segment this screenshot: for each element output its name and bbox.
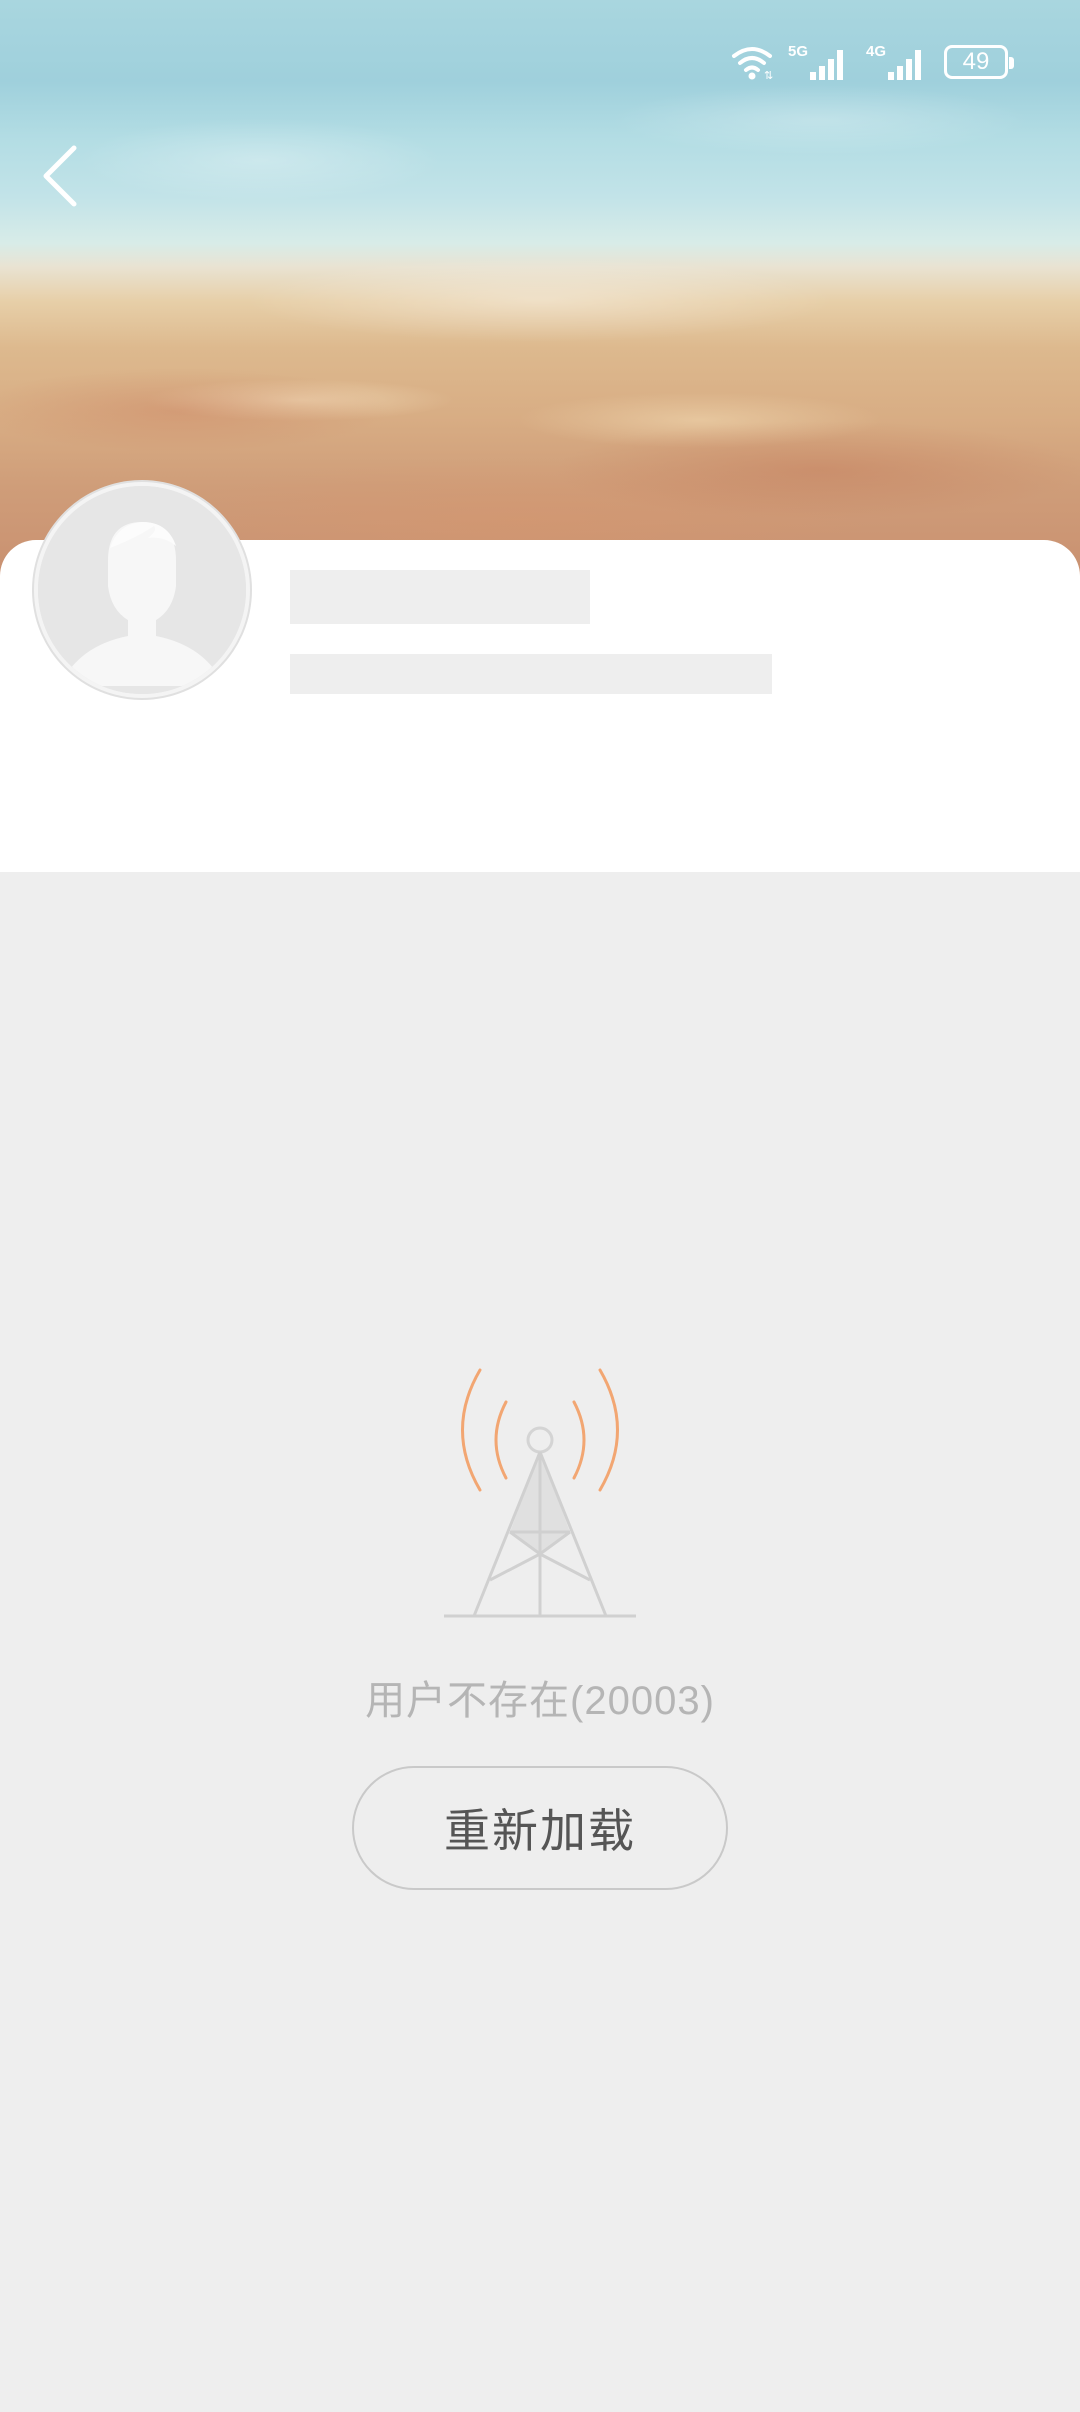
chevron-left-icon [40, 144, 80, 212]
signal-tower-icon [430, 1340, 650, 1634]
user-info-placeholder [290, 654, 772, 694]
network-4g-label: 4G [866, 43, 886, 60]
battery-level: 49 [962, 48, 990, 75]
battery-icon: 49 [944, 45, 1014, 79]
status-bar: ⇅ 5G 4G 49 [730, 36, 1014, 88]
error-message: 用户不存在(20003) [365, 1679, 715, 1723]
wifi-icon: ⇅ [730, 44, 774, 80]
signal-4g-icon: 4G [866, 42, 930, 82]
user-profile-screen: ⇅ 5G 4G 49 用户不存在(20003) 重新加载 [0, 0, 1080, 2412]
svg-text:⇅: ⇅ [764, 70, 773, 80]
back-button[interactable] [28, 140, 92, 216]
reload-button[interactable]: 重新加载 [352, 1766, 728, 1890]
signal-5g-icon: 5G [788, 42, 852, 82]
error-state: 用户不存在(20003) 重新加载 [0, 1340, 1080, 1890]
network-5g-label: 5G [788, 43, 808, 60]
username-placeholder [290, 570, 590, 624]
avatar[interactable] [34, 482, 250, 698]
